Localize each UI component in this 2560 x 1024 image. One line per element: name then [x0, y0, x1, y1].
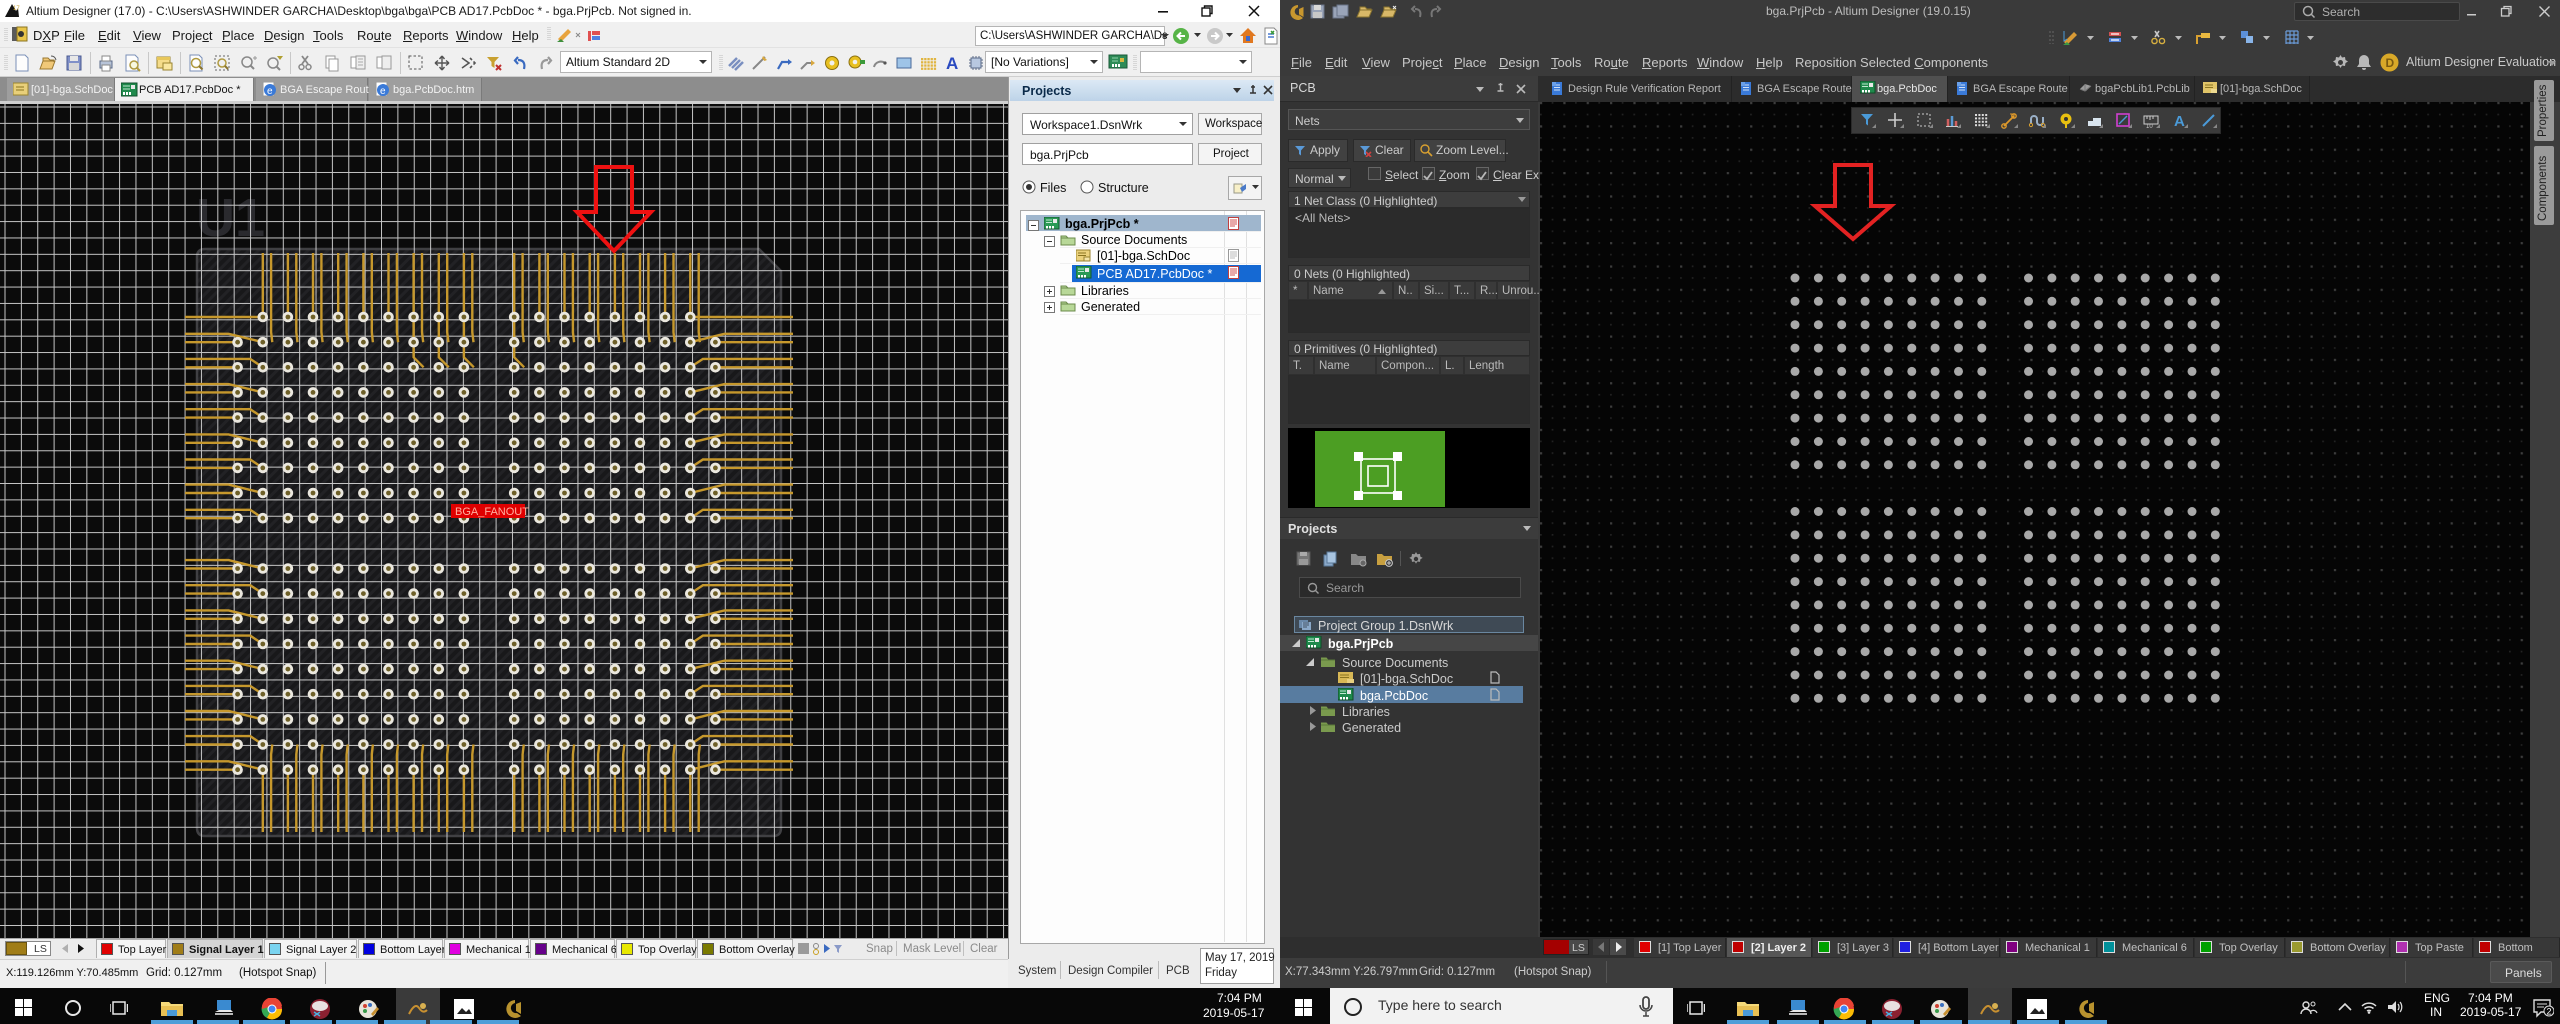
svg-text:BGA_FANOUT: BGA_FANOUT [455, 506, 529, 518]
svg-text:e: e [380, 86, 386, 97]
svg-text:17: 17 [13, 6, 20, 12]
svg-text:10: 10 [2146, 124, 2153, 130]
svg-text:e: e [267, 86, 273, 97]
svg-text:A: A [946, 54, 958, 73]
svg-text:2: 2 [2547, 1007, 2552, 1017]
svg-text:A: A [2174, 113, 2185, 130]
svg-text:D: D [2386, 56, 2395, 70]
